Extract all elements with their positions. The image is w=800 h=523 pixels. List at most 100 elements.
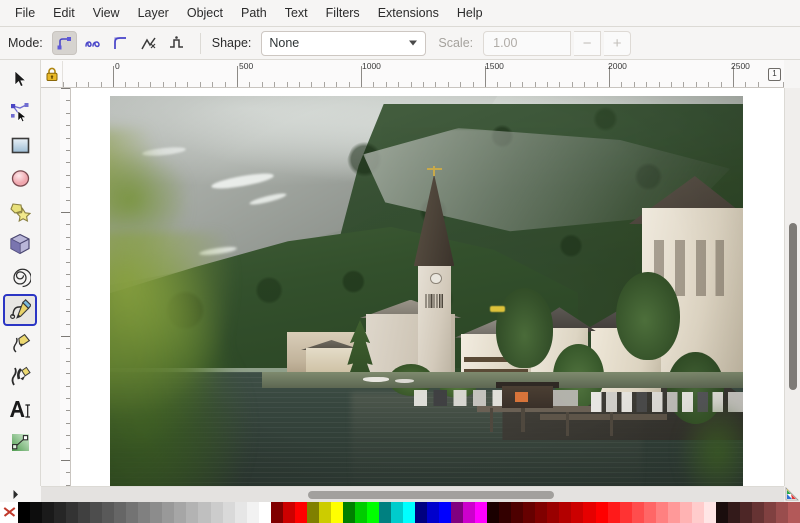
tool-spiral[interactable] xyxy=(3,261,37,293)
palette-swatch[interactable] xyxy=(330,502,343,523)
palette-swatch[interactable] xyxy=(42,502,55,523)
palette-swatch[interactable] xyxy=(366,502,379,523)
palette-swatch[interactable] xyxy=(138,502,151,523)
palette-swatch[interactable] xyxy=(631,502,644,523)
palette-swatch[interactable] xyxy=(763,502,776,523)
palette-swatch[interactable] xyxy=(306,502,319,523)
palette-swatch[interactable] xyxy=(186,502,199,523)
horizontal-scrollbar-thumb[interactable] xyxy=(308,491,554,499)
palette-swatch[interactable] xyxy=(511,502,524,523)
palette-swatch[interactable] xyxy=(451,502,464,523)
palette-swatch[interactable] xyxy=(691,502,704,523)
palette-swatch[interactable] xyxy=(234,502,247,523)
menu-edit[interactable]: Edit xyxy=(44,3,84,24)
page-number-badge[interactable]: 1 xyxy=(766,61,783,87)
menu-view[interactable]: View xyxy=(84,3,129,24)
vertical-scrollbar-thumb[interactable] xyxy=(789,223,797,391)
palette-swatch[interactable] xyxy=(294,502,307,523)
palette-swatch[interactable] xyxy=(499,502,512,523)
scale-input[interactable]: 1.00 xyxy=(483,30,572,56)
horizontal-scrollbar[interactable] xyxy=(41,486,784,502)
palette-swatch[interactable] xyxy=(54,502,67,523)
vertical-ruler[interactable] xyxy=(60,88,71,486)
tool-calligraphy[interactable] xyxy=(3,360,37,392)
palette-swatch[interactable] xyxy=(90,502,103,523)
palette-swatch[interactable] xyxy=(667,502,680,523)
tool-pencil[interactable] xyxy=(3,327,37,359)
palette-swatch[interactable] xyxy=(162,502,175,523)
palette-swatch[interactable] xyxy=(679,502,692,523)
palette-swatch[interactable] xyxy=(703,502,716,523)
palette-swatch[interactable] xyxy=(210,502,223,523)
mode-regular-bezier-icon[interactable] xyxy=(51,31,77,55)
palette-swatch[interactable] xyxy=(439,502,452,523)
lock-icon[interactable] xyxy=(42,61,63,87)
mode-spiro-path-icon[interactable] xyxy=(80,31,105,55)
scale-decrement-button[interactable]: − xyxy=(574,30,602,56)
color-palette[interactable] xyxy=(0,502,800,523)
palette-swatch[interactable] xyxy=(427,502,440,523)
tool-star[interactable] xyxy=(3,195,37,227)
tool-node-editor[interactable] xyxy=(3,96,37,128)
palette-swatch[interactable] xyxy=(66,502,79,523)
palette-swatch[interactable] xyxy=(583,502,596,523)
horizontal-ruler[interactable]: 0 500 1000 1500 2000 2500 xyxy=(41,60,784,88)
vertical-scrollbar[interactable] xyxy=(784,88,800,486)
palette-swatch[interactable] xyxy=(727,502,740,523)
palette-swatch[interactable] xyxy=(30,502,43,523)
palette-swatch[interactable] xyxy=(739,502,752,523)
palette-swatch[interactable] xyxy=(535,502,548,523)
palette-swatch[interactable] xyxy=(282,502,295,523)
palette-swatch[interactable] xyxy=(342,502,355,523)
palette-swatch[interactable] xyxy=(126,502,139,523)
palette-swatch[interactable] xyxy=(607,502,620,523)
palette-swatch[interactable] xyxy=(523,502,536,523)
palette-swatch[interactable] xyxy=(751,502,764,523)
palette-swatch[interactable] xyxy=(18,502,31,523)
palette-swatch[interactable] xyxy=(415,502,428,523)
menu-object[interactable]: Object xyxy=(178,3,232,24)
mode-paraxial-lines-icon[interactable] xyxy=(164,31,189,55)
none-swatch[interactable] xyxy=(0,502,18,523)
palette-swatch[interactable] xyxy=(246,502,259,523)
tool-selector[interactable] xyxy=(3,63,37,95)
canvas-area[interactable] xyxy=(71,88,784,486)
palette-swatch[interactable] xyxy=(378,502,391,523)
palette-swatch[interactable] xyxy=(150,502,163,523)
scale-increment-button[interactable]: + xyxy=(604,30,632,56)
tool-bezier-pen[interactable] xyxy=(3,294,37,326)
tool-3dbox[interactable] xyxy=(3,228,37,260)
tool-ellipse[interactable] xyxy=(3,162,37,194)
palette-swatch[interactable] xyxy=(114,502,127,523)
menu-filters[interactable]: Filters xyxy=(317,3,369,24)
palette-swatch[interactable] xyxy=(715,502,728,523)
palette-swatch[interactable] xyxy=(655,502,668,523)
menu-text[interactable]: Text xyxy=(276,3,317,24)
palette-swatch[interactable] xyxy=(475,502,488,523)
palette-swatch[interactable] xyxy=(619,502,632,523)
mode-straight-lines-icon[interactable] xyxy=(136,31,161,55)
tool-rectangle[interactable] xyxy=(3,129,37,161)
palette-swatch[interactable] xyxy=(222,502,235,523)
canvas-image-hallstatt[interactable] xyxy=(110,96,743,486)
shape-dropdown[interactable]: None xyxy=(261,30,427,56)
menu-help[interactable]: Help xyxy=(448,3,492,24)
palette-swatch[interactable] xyxy=(270,502,283,523)
palette-swatch[interactable] xyxy=(775,502,788,523)
palette-swatch[interactable] xyxy=(174,502,187,523)
palette-swatch[interactable] xyxy=(390,502,403,523)
mode-bspline-path-icon[interactable] xyxy=(108,31,133,55)
palette-swatch[interactable] xyxy=(318,502,331,523)
tool-gradient[interactable] xyxy=(3,426,37,458)
palette-swatch[interactable] xyxy=(643,502,656,523)
palette-swatch[interactable] xyxy=(595,502,608,523)
palette-swatch[interactable] xyxy=(788,502,800,523)
color-wheel-icon[interactable] xyxy=(784,486,799,501)
palette-swatch[interactable] xyxy=(258,502,271,523)
chevron-right-icon[interactable] xyxy=(8,487,22,501)
menu-path[interactable]: Path xyxy=(232,3,276,24)
palette-swatch[interactable] xyxy=(403,502,416,523)
palette-swatch[interactable] xyxy=(78,502,91,523)
palette-swatch[interactable] xyxy=(463,502,476,523)
palette-swatch[interactable] xyxy=(102,502,115,523)
